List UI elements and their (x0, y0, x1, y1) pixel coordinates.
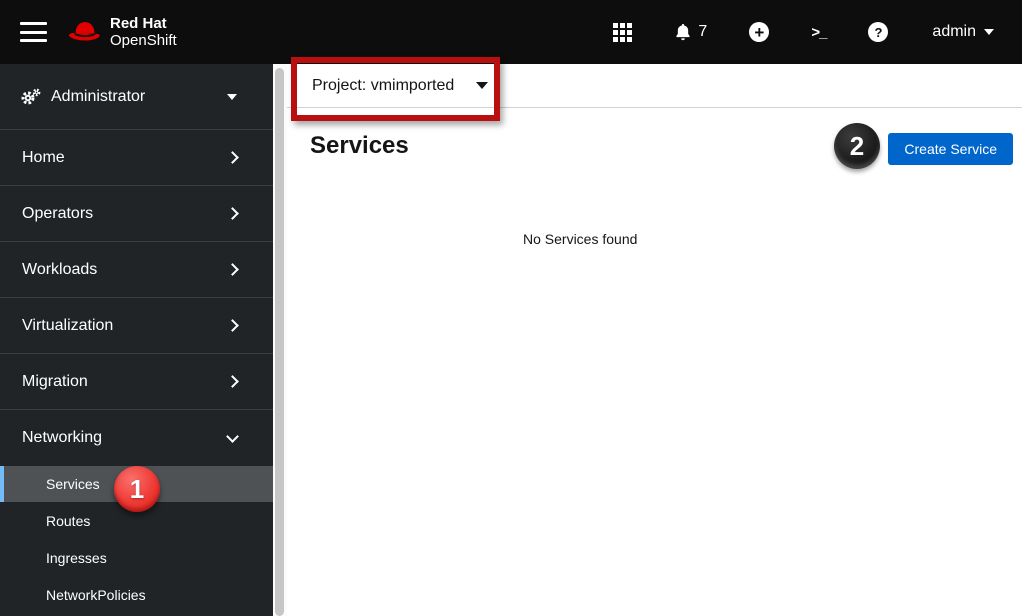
sidebar-nav-item[interactable]: Operators (0, 186, 273, 242)
scrollbar-thumb[interactable] (275, 68, 284, 616)
annotation-highlight-box (291, 57, 500, 121)
sidebar-nav-item[interactable]: Home (0, 130, 273, 186)
perspective-switcher[interactable]: Administrator (0, 64, 273, 130)
sidebar-nav-item[interactable]: Migration (0, 354, 273, 410)
question-circle-icon: ? (868, 22, 888, 42)
chevron-icon (226, 151, 239, 164)
sidebar-nav: Administrator Home Operators Workloads (0, 64, 273, 616)
notifications-button[interactable]: 7 (674, 23, 707, 41)
menu-toggle-icon[interactable] (20, 22, 47, 42)
sidebar-subitem[interactable]: Ingresses (0, 539, 273, 576)
web-terminal-button[interactable]: >_ (811, 24, 826, 41)
annotation-step-1-badge: 1 (114, 466, 160, 512)
sidebar-nav-item[interactable]: Workloads (0, 242, 273, 298)
masthead: Red Hat OpenShift 7 + >_ (0, 0, 1022, 64)
bell-icon (674, 23, 692, 41)
chevron-icon (226, 207, 239, 220)
empty-state-message: No Services found (523, 231, 637, 247)
caret-down-icon (984, 29, 994, 35)
sidebar-sections: Home Operators Workloads Virtualization (0, 130, 273, 466)
redhat-fedora-icon (68, 19, 102, 45)
brand-line2: OpenShift (110, 32, 177, 49)
username: admin (932, 23, 976, 41)
openshift-console: Red Hat OpenShift 7 + >_ (0, 0, 1022, 616)
perspective-label: Administrator (51, 88, 227, 106)
app-launcher-button[interactable] (613, 23, 632, 42)
sidebar-nav-item[interactable]: Networking (0, 410, 273, 466)
terminal-icon: >_ (811, 24, 826, 41)
help-button[interactable]: ? (868, 22, 888, 42)
main-content: Project: vmimported Services 2 Create Se… (287, 64, 1022, 616)
page-title: Services (310, 132, 409, 160)
brand-logo[interactable]: Red Hat OpenShift (68, 15, 177, 49)
annotation-step-2-badge: 2 (834, 123, 880, 169)
plus-circle-icon: + (749, 22, 769, 42)
sidebar-subitem[interactable]: NetworkPolicies (0, 576, 273, 613)
cogs-icon (20, 88, 41, 106)
masthead-toolbar: 7 + >_ ? admin (571, 22, 1022, 42)
brand-line1: Red Hat (110, 15, 177, 32)
user-menu[interactable]: admin (932, 23, 994, 41)
chevron-icon (226, 375, 239, 388)
create-service-button[interactable]: Create Service (888, 133, 1013, 165)
sidebar-scrollbar (273, 64, 287, 616)
sidebar-nav-item[interactable]: Virtualization (0, 298, 273, 354)
quick-create-button[interactable]: + (749, 22, 769, 42)
chevron-icon (226, 430, 239, 443)
notification-count: 7 (698, 23, 707, 41)
caret-down-icon (227, 94, 237, 100)
app-launcher-icon (613, 23, 632, 42)
chevron-icon (226, 263, 239, 276)
chevron-icon (226, 319, 239, 332)
brand-text: Red Hat OpenShift (110, 15, 177, 49)
